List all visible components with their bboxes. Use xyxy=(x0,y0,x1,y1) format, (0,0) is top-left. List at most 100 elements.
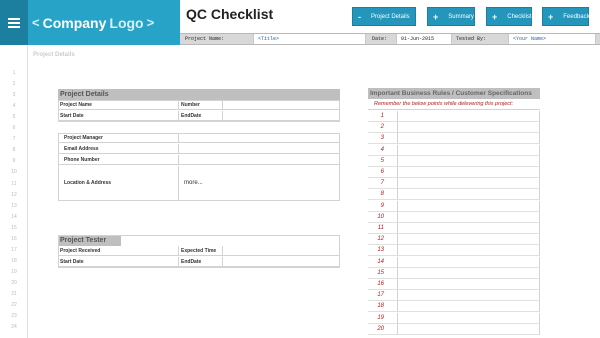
nav-feedback-button[interactable]: + Feedback xyxy=(542,7,590,26)
rule-number: 19 xyxy=(368,312,398,324)
rule-text-input[interactable] xyxy=(398,256,540,268)
logo-bracket-right: > xyxy=(146,15,155,30)
rule-text-input[interactable] xyxy=(398,144,540,156)
nav-label: Feedback xyxy=(563,13,590,20)
page-title: QC Checklist xyxy=(186,6,274,22)
rule-text-input[interactable] xyxy=(398,167,540,178)
nav-label: Project Details xyxy=(371,13,410,20)
plus-icon: + xyxy=(492,11,498,22)
expected-time-input[interactable] xyxy=(223,246,340,256)
nav-project-details-button[interactable]: - Project Details xyxy=(352,7,416,26)
rule-text-input[interactable] xyxy=(398,178,540,190)
rule-text-input[interactable] xyxy=(398,323,540,335)
rule-text-input[interactable] xyxy=(398,290,540,302)
row-number: 18 xyxy=(11,257,17,264)
rule-number: 5 xyxy=(368,155,398,167)
row-number: 1 xyxy=(12,70,16,76)
number-input[interactable] xyxy=(223,100,340,110)
rule-number: 17 xyxy=(368,290,398,302)
date-field[interactable]: 01-Jun-2015 xyxy=(396,34,452,44)
rule-number: 13 xyxy=(368,245,398,257)
nav-summary-button[interactable]: + Summary xyxy=(427,7,475,26)
start-date-label: Start Date xyxy=(58,111,179,121)
collapse-icon: - xyxy=(358,11,361,22)
row-number: 20 xyxy=(11,279,17,286)
row-number: 5 xyxy=(12,114,16,121)
rule-number: 6 xyxy=(368,167,398,178)
email-label: Email Address xyxy=(58,144,179,154)
end-date-label: EndDate xyxy=(179,111,223,121)
rule-number: 4 xyxy=(368,144,398,156)
row-number: 8 xyxy=(12,147,16,154)
email-input[interactable] xyxy=(179,144,340,154)
project-name-field[interactable]: <Title> xyxy=(253,34,366,44)
rule-text-input[interactable] xyxy=(398,312,540,324)
phone-label: Phone Number xyxy=(58,155,179,165)
project-manager-label: Project Manager xyxy=(58,133,179,143)
location-more-link[interactable]: more... xyxy=(179,166,340,201)
row-number: 13 xyxy=(11,202,17,209)
info-bar: Project Name: <Title> Date: 01-Jun-2015 … xyxy=(180,33,600,45)
row-number: 7 xyxy=(12,136,16,143)
rule-number: 8 xyxy=(368,189,398,201)
nav-checklist-button[interactable]: + Checklist xyxy=(486,7,532,26)
project-manager-input[interactable] xyxy=(179,133,340,143)
rule-number: 16 xyxy=(368,279,398,290)
rule-text-input[interactable] xyxy=(398,200,540,212)
rule-text-input[interactable] xyxy=(398,301,540,313)
tester-end-date-input[interactable] xyxy=(223,257,340,267)
rule-number: 11 xyxy=(368,223,398,234)
expected-time-label: Expected Time xyxy=(179,246,223,256)
project-details-header: Project Details xyxy=(58,89,340,100)
location-label: Location & Address xyxy=(58,166,179,201)
rule-text-input[interactable] xyxy=(398,267,540,279)
rule-text-input[interactable] xyxy=(398,111,540,122)
rule-text-input[interactable] xyxy=(398,279,540,290)
plus-icon: + xyxy=(548,11,554,22)
row-number: 23 xyxy=(11,313,17,320)
rule-text-input[interactable] xyxy=(398,189,540,201)
row-number: 12 xyxy=(11,191,17,198)
hamburger-icon xyxy=(8,17,20,28)
rule-text-input[interactable] xyxy=(398,122,540,134)
project-name-label: Project Name: xyxy=(185,36,225,42)
rule-text-input[interactable] xyxy=(398,155,540,167)
rule-text-input[interactable] xyxy=(398,211,540,223)
tested-by-label: Tested By: xyxy=(456,36,487,42)
tested-by-field[interactable]: <Your Name> xyxy=(508,34,596,44)
rule-number: 20 xyxy=(368,323,398,335)
row-number: 11 xyxy=(11,180,17,187)
nav-label: Checklist xyxy=(507,13,532,20)
rule-number: 2 xyxy=(368,122,398,134)
row-number: 3 xyxy=(12,92,16,99)
menu-button[interactable] xyxy=(0,0,28,45)
rule-number: 7 xyxy=(368,178,398,190)
row-number: 4 xyxy=(12,103,16,110)
tester-start-date-label: Start Date xyxy=(58,257,179,267)
rule-text-input[interactable] xyxy=(398,245,540,257)
row-number: 19 xyxy=(11,268,17,275)
phone-input[interactable] xyxy=(179,155,340,165)
row-number: 2 xyxy=(12,81,16,88)
row-number: 17 xyxy=(11,246,17,253)
rule-text-input[interactable] xyxy=(398,234,540,246)
row-number: 21 xyxy=(11,291,17,297)
business-rules-subtitle: Remember the below points while deleveri… xyxy=(368,99,540,110)
rule-text-input[interactable] xyxy=(398,223,540,234)
project-received-label: Project Received xyxy=(58,246,179,256)
nav-label: Summary xyxy=(448,13,474,20)
row-number: 24 xyxy=(11,324,17,331)
row-number: 15 xyxy=(11,224,17,231)
row-number: 14 xyxy=(11,213,17,220)
date-label: Date: xyxy=(372,36,388,42)
end-date-input[interactable] xyxy=(223,111,340,121)
logo-bracket-left: < xyxy=(32,15,40,30)
row-number: 22 xyxy=(11,302,17,309)
business-rules-header: Important Business Rules / Customer Spec… xyxy=(368,88,540,99)
rule-number: 1 xyxy=(368,111,398,122)
company-logo: < Company Logo > xyxy=(28,0,180,45)
tester-end-date-label: EndDate xyxy=(179,257,223,267)
number-label: Number xyxy=(179,100,223,110)
rule-number: 14 xyxy=(368,256,398,268)
rule-text-input[interactable] xyxy=(398,133,540,145)
